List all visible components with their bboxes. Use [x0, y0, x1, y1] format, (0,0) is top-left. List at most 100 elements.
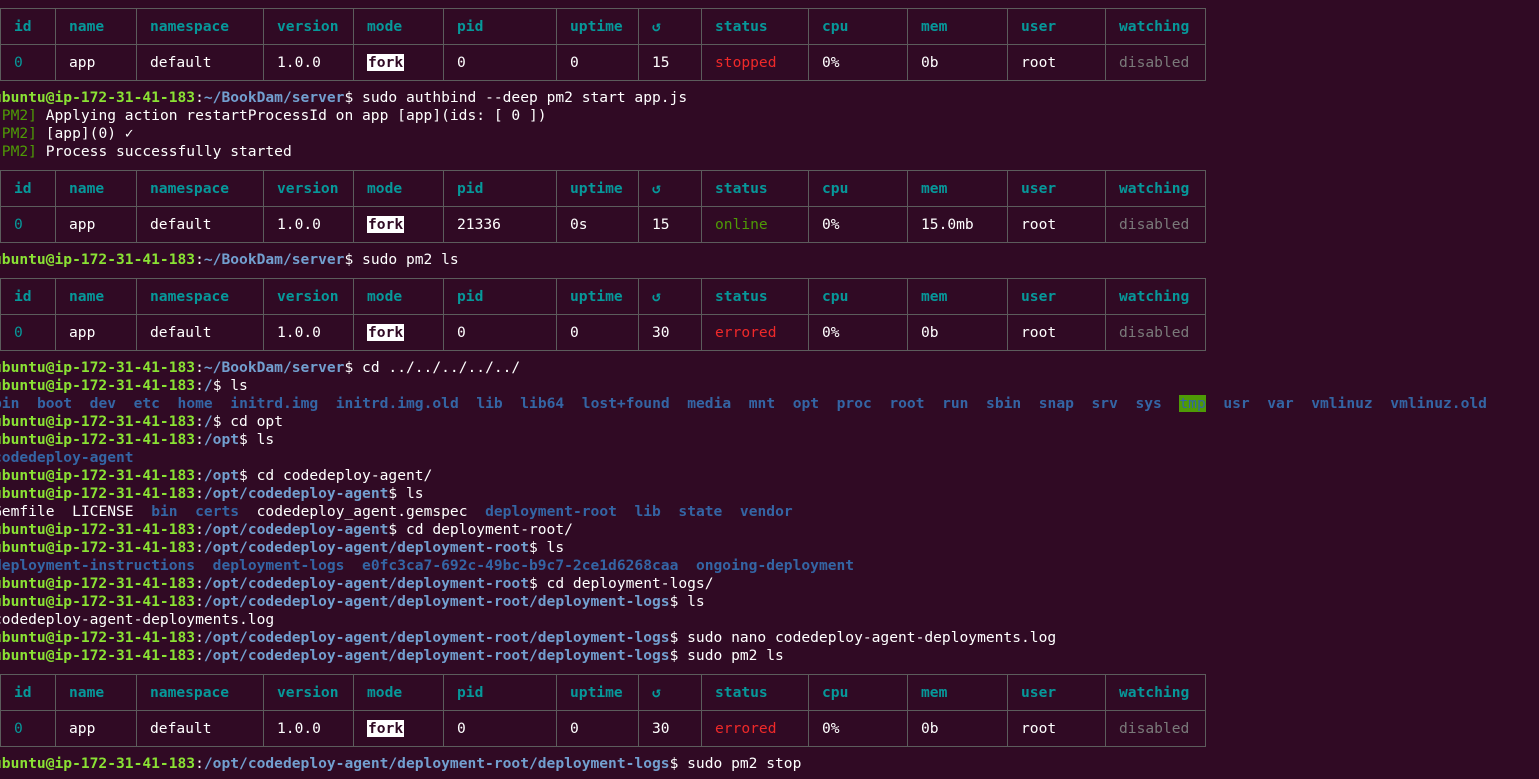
cell-status: stopped	[701, 44, 809, 81]
column-header-watching: watching	[1105, 8, 1206, 45]
command-text: $ sudo pm2 ls	[344, 251, 459, 268]
column-header-mem: mem	[907, 674, 1008, 711]
column-header-namespace: namespace	[136, 674, 264, 711]
ls-output-line: codedeploy-agent-deployments.log	[0, 611, 274, 629]
column-header-name: name	[55, 170, 137, 207]
terminal-window[interactable]: id name namespace version mode pid uptime ↺ stat…	[0, 0, 1539, 779]
command-text: $ ls	[239, 431, 275, 448]
cell-namespace: default	[136, 710, 264, 747]
prompt-user-host: ubuntu@ip-172-31-41-183	[0, 521, 196, 538]
prompt-line: ubuntu@ip-172-31-41-183:~/BookDam/server…	[0, 359, 520, 377]
cell-version: 1.0.0	[263, 206, 354, 243]
directory-entry: opt	[792, 395, 820, 412]
directory-entry: sbin	[986, 395, 1022, 412]
prompt-line: ubuntu@ip-172-31-41-183:/$ ls	[0, 377, 248, 395]
prompt-user-host: ubuntu@ip-172-31-41-183	[0, 413, 196, 430]
directory-entry: bin	[0, 395, 20, 412]
prompt-line: ubuntu@ip-172-31-41-183:/opt/codedeploy-…	[0, 755, 801, 773]
pm2-output-line: [PM2] [app](0) ✓	[0, 125, 134, 143]
directory-entry: deployment-instructions	[0, 557, 196, 574]
column-header-user: user	[1007, 170, 1106, 207]
cell-user: root	[1007, 44, 1106, 81]
prompt-separator: :	[195, 485, 204, 502]
cell-name: app	[55, 206, 137, 243]
prompt-user-host: ubuntu@ip-172-31-41-183	[0, 377, 196, 394]
cell-uptime: 0s	[556, 206, 639, 243]
table-row: 0 app default 1.0.0 fork 0 0 30 errored 0% 0b root d…	[0, 710, 1206, 747]
directory-entry: vmlinuz	[1311, 395, 1373, 412]
directory-entry: deployment-root	[485, 503, 617, 520]
directory-entry: tmp	[1179, 395, 1206, 412]
mode-badge: fork	[367, 324, 405, 341]
column-header-mode: mode	[353, 170, 444, 207]
cell-name: app	[55, 314, 137, 351]
cell-uptime: 0	[556, 710, 639, 747]
prompt-path: /	[203, 377, 213, 394]
column-header-uptime: uptime	[556, 8, 639, 45]
pm2-output-line: [PM2] Applying action restartProcessId o…	[0, 107, 547, 125]
prompt-user-host: ubuntu@ip-172-31-41-183	[0, 485, 196, 502]
prompt-separator: :	[195, 251, 204, 268]
cell-version: 1.0.0	[263, 314, 354, 351]
prompt-line: ubuntu@ip-172-31-41-183:~/BookDam/server…	[0, 89, 687, 107]
prompt-user-host: ubuntu@ip-172-31-41-183	[0, 755, 196, 772]
prompt-line: ubuntu@ip-172-31-41-183:~/BookDam/server…	[0, 251, 459, 269]
cell-id: 0	[0, 206, 56, 243]
ls-output-line: bin boot dev etc home initrd.img initrd.…	[0, 395, 1487, 413]
cell-status: online	[701, 206, 809, 243]
pm2-tag: [PM2]	[0, 125, 37, 142]
pm2-tag: [PM2]	[0, 107, 37, 124]
directory-entry: certs	[195, 503, 240, 520]
prompt-path: /opt/codedeploy-agent	[203, 521, 389, 538]
column-header-uptime: uptime	[556, 278, 639, 315]
prompt-path: /opt/codedeploy-agent/deployment-root	[203, 575, 529, 592]
prompt-separator: :	[195, 359, 204, 376]
cell-restarts: 15	[638, 206, 702, 243]
column-header-status: status	[701, 674, 809, 711]
prompt-separator: :	[195, 629, 204, 646]
prompt-path: /opt/codedeploy-agent/deployment-root/de…	[203, 755, 670, 772]
column-header-version: version	[263, 170, 354, 207]
cell-id: 0	[0, 314, 56, 351]
file-entry: Gemfile	[0, 503, 55, 520]
table-header-row: id name namespace version mode pid uptime ↺ stat…	[0, 674, 1206, 711]
directory-entry: ongoing-deployment	[695, 557, 855, 574]
prompt-path: /	[203, 413, 213, 430]
column-header-restarts: ↺	[638, 674, 702, 711]
prompt-line: ubuntu@ip-172-31-41-183:/$ cd opt	[0, 413, 283, 431]
column-header-user: user	[1007, 278, 1106, 315]
cell-user: root	[1007, 710, 1106, 747]
pm2-process-table: id name namespace version mode pid uptime ↺ stat…	[0, 278, 1206, 351]
column-header-cpu: cpu	[808, 170, 908, 207]
pm2-output-line: [PM2] Process successfully started	[0, 143, 292, 161]
cell-uptime: 0	[556, 44, 639, 81]
prompt-path: /opt/codedeploy-agent/deployment-root	[203, 539, 529, 556]
prompt-path: /opt/codedeploy-agent/deployment-root/de…	[203, 593, 670, 610]
column-header-restarts: ↺	[638, 8, 702, 45]
prompt-user-host: ubuntu@ip-172-31-41-183	[0, 593, 196, 610]
cell-mode: fork	[353, 314, 444, 351]
prompt-user-host: ubuntu@ip-172-31-41-183	[0, 359, 196, 376]
cell-mem: 0b	[907, 314, 1008, 351]
pm2-process-table: id name namespace version mode pid uptime ↺ stat…	[0, 674, 1206, 747]
cell-mem: 0b	[907, 44, 1008, 81]
prompt-path: /opt/codedeploy-agent	[203, 485, 389, 502]
column-header-uptime: uptime	[556, 674, 639, 711]
column-header-mode: mode	[353, 8, 444, 45]
column-header-pid: pid	[443, 170, 557, 207]
directory-entry: home	[177, 395, 213, 412]
command-text: $ ls	[669, 593, 705, 610]
prompt-user-host: ubuntu@ip-172-31-41-183	[0, 431, 196, 448]
cell-mem: 0b	[907, 710, 1008, 747]
prompt-path: /opt/codedeploy-agent/deployment-root/de…	[203, 647, 670, 664]
cell-pid: 0	[443, 44, 557, 81]
directory-entry: lib	[634, 503, 661, 520]
column-header-version: version	[263, 674, 354, 711]
column-header-id: id	[0, 674, 56, 711]
cell-namespace: default	[136, 206, 264, 243]
column-header-namespace: namespace	[136, 8, 264, 45]
cell-mem: 15.0mb	[907, 206, 1008, 243]
directory-entry: srv	[1091, 395, 1118, 412]
cell-pid: 21336	[443, 206, 557, 243]
column-header-mem: mem	[907, 8, 1008, 45]
